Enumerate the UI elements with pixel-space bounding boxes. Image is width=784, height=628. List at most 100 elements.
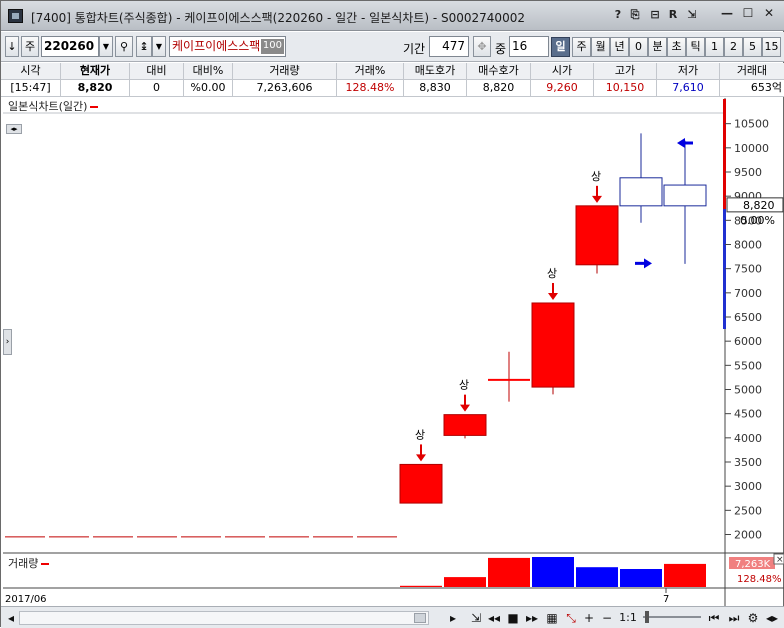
minimize-button[interactable]: — [717,6,737,22]
quote-header-11: 거래대 [720,63,784,80]
quote-value-9: 10,150 [594,80,657,97]
limit-up-label-4: 상 [591,170,601,183]
period-button-11[interactable]: 15 [762,37,781,57]
panel-scroll-handle[interactable]: ◂▸ [6,124,22,134]
y-tick-label-9: 6500 [734,311,762,324]
stock-name-field: 케이프이에스스팩 100 [169,36,286,57]
period-button-1[interactable]: 주 [572,37,591,57]
period-button-10[interactable]: 5 [743,37,762,57]
volume-bar-0 [400,585,442,587]
quote-value-4: 7,263,606 [233,80,337,97]
current-price-box [726,197,784,213]
volume-value-label: 7,263K [735,559,771,570]
code-dropdown-chevron-icon[interactable]: ▼ [99,36,113,57]
period-button-6[interactable]: 초 [667,37,686,57]
period-button-2[interactable]: 월 [591,37,610,57]
zoom-in-button[interactable]: + [583,610,595,626]
period-label: 기간 [403,42,426,56]
search-icon[interactable]: ⚲ [115,36,133,57]
copy-icon[interactable]: ⎘ [627,8,643,24]
y-tick-label-0: 2000 [734,529,762,542]
period-input[interactable]: 477 [429,36,469,57]
zoom-slider-thumb[interactable] [645,611,649,623]
horizontal-scrollbar[interactable] [19,611,429,625]
quote-header-8: 시가 [531,63,594,80]
refresh-button[interactable]: R [667,8,679,24]
quote-header-row: 시각 현재가 대비 대비% 거래량 거래% 매도호가 매수호가 시가 고가 저가 거래대 [1,63,784,80]
last-page-icon[interactable]: ⏭ [728,610,740,626]
close-button[interactable]: ✕ [759,6,779,22]
scroll-left-button[interactable]: ◂ [5,610,17,626]
side-panel-toggle[interactable]: › [3,329,12,355]
quote-header-4: 거래량 [233,63,337,80]
limit-up-arrow-head-1 [460,404,470,412]
quote-header-9: 고가 [594,63,657,80]
period-button-9[interactable]: 2 [724,37,743,57]
compress-icon[interactable]: ⇲ [469,610,483,626]
period-button-0[interactable]: 일 [551,37,570,57]
volume-close-icon: × [776,555,784,565]
current-change-label: 0.00% [740,214,775,227]
rewind-icon[interactable]: ◂◂ [487,610,501,626]
stock-name: 케이프이에스스팩 [172,39,261,53]
help-button[interactable]: ? [611,8,625,24]
volume-legend-swatch [41,563,50,565]
candle-body-6 [663,184,707,207]
count-label: 중 [495,42,507,56]
quote-header-5: 거래% [337,63,404,80]
volume-bar-3 [532,557,574,587]
stock-code-input[interactable]: 220260 [41,36,99,57]
stop-icon[interactable]: ■ [507,610,519,626]
y-tick-label-17: 10500 [734,118,769,131]
chart-analysis-icon[interactable]: ⤡ [563,610,579,626]
price-band-down [723,209,726,329]
quote-value-11: 653억 [720,80,784,97]
settings-icon[interactable]: ⚙ [746,610,760,626]
pin-icon[interactable]: ⇲ [684,8,700,24]
data-table-icon[interactable]: ▦ [544,610,560,626]
volume-close-box [773,553,784,565]
quote-value-6: 8,830 [404,80,467,97]
first-page-icon[interactable]: ⏮ [708,610,720,626]
chart-window: [7400] 통합차트(주식종합) - 케이프이에스스팩(220260 - 일간… [0,0,784,628]
market-type-button[interactable]: 주 [21,36,39,57]
candle-body-4 [575,205,619,266]
sort-icon[interactable]: ↨ [136,36,152,57]
y-tick-label-6: 5000 [734,384,762,397]
current-price-label: 8,820 [743,199,775,212]
layout-icon[interactable]: ⊟ [647,8,663,24]
period-button-7[interactable]: 틱 [686,37,705,57]
period-button-3[interactable]: 년 [610,37,629,57]
period-button-4[interactable]: 0 [629,37,648,57]
price-band-up [723,99,726,209]
limit-up-arrow-head-0 [416,454,426,462]
volume-bar-2 [488,557,530,587]
title-bar: [7400] 통합차트(주식종합) - 케이프이에스스팩(220260 - 일간… [1,1,784,31]
volume-bar-6 [664,563,706,587]
candle-body-5 [619,177,663,207]
zoom-out-button[interactable]: − [601,610,613,626]
fast-forward-icon[interactable]: ▸▸ [525,610,539,626]
scroll-right-button[interactable]: ▸ [447,610,459,626]
chart-title-text: 일본식차트(일간) [8,100,88,113]
sort-dropdown-chevron-icon[interactable]: ▼ [152,36,166,57]
quote-header-3: 대비% [184,63,233,80]
quote-value-10: 7,610 [657,80,720,97]
quote-header-10: 저가 [657,63,720,80]
grid-settings-icon[interactable]: ✥ [473,36,491,57]
limit-up-label-3: 상 [547,267,557,280]
expand-icon[interactable]: ◂▸ [764,610,780,626]
quote-header-6: 매도호가 [404,63,467,80]
toggle-button[interactable]: ↓ [5,36,19,57]
name-badge: 100 [260,39,284,54]
candle-body-1 [443,414,487,436]
period-button-5[interactable]: 분 [648,37,667,57]
bottom-toolbar: ◂ ▸ ⇲ ◂◂ ■ ▸▸ ▦ ⤡ + − 1:1 ⏮ ⏭ ⚙ ◂▸ [1,606,784,628]
maximize-button[interactable]: ☐ [738,6,758,22]
count-input[interactable]: 16 [509,36,549,57]
scrollbar-thumb[interactable] [414,613,426,623]
y-tick-label-10: 7000 [734,287,762,300]
period-button-8[interactable]: 1 [705,37,724,57]
zoom-slider[interactable] [643,611,701,623]
quote-header-7: 매수호가 [467,63,531,80]
